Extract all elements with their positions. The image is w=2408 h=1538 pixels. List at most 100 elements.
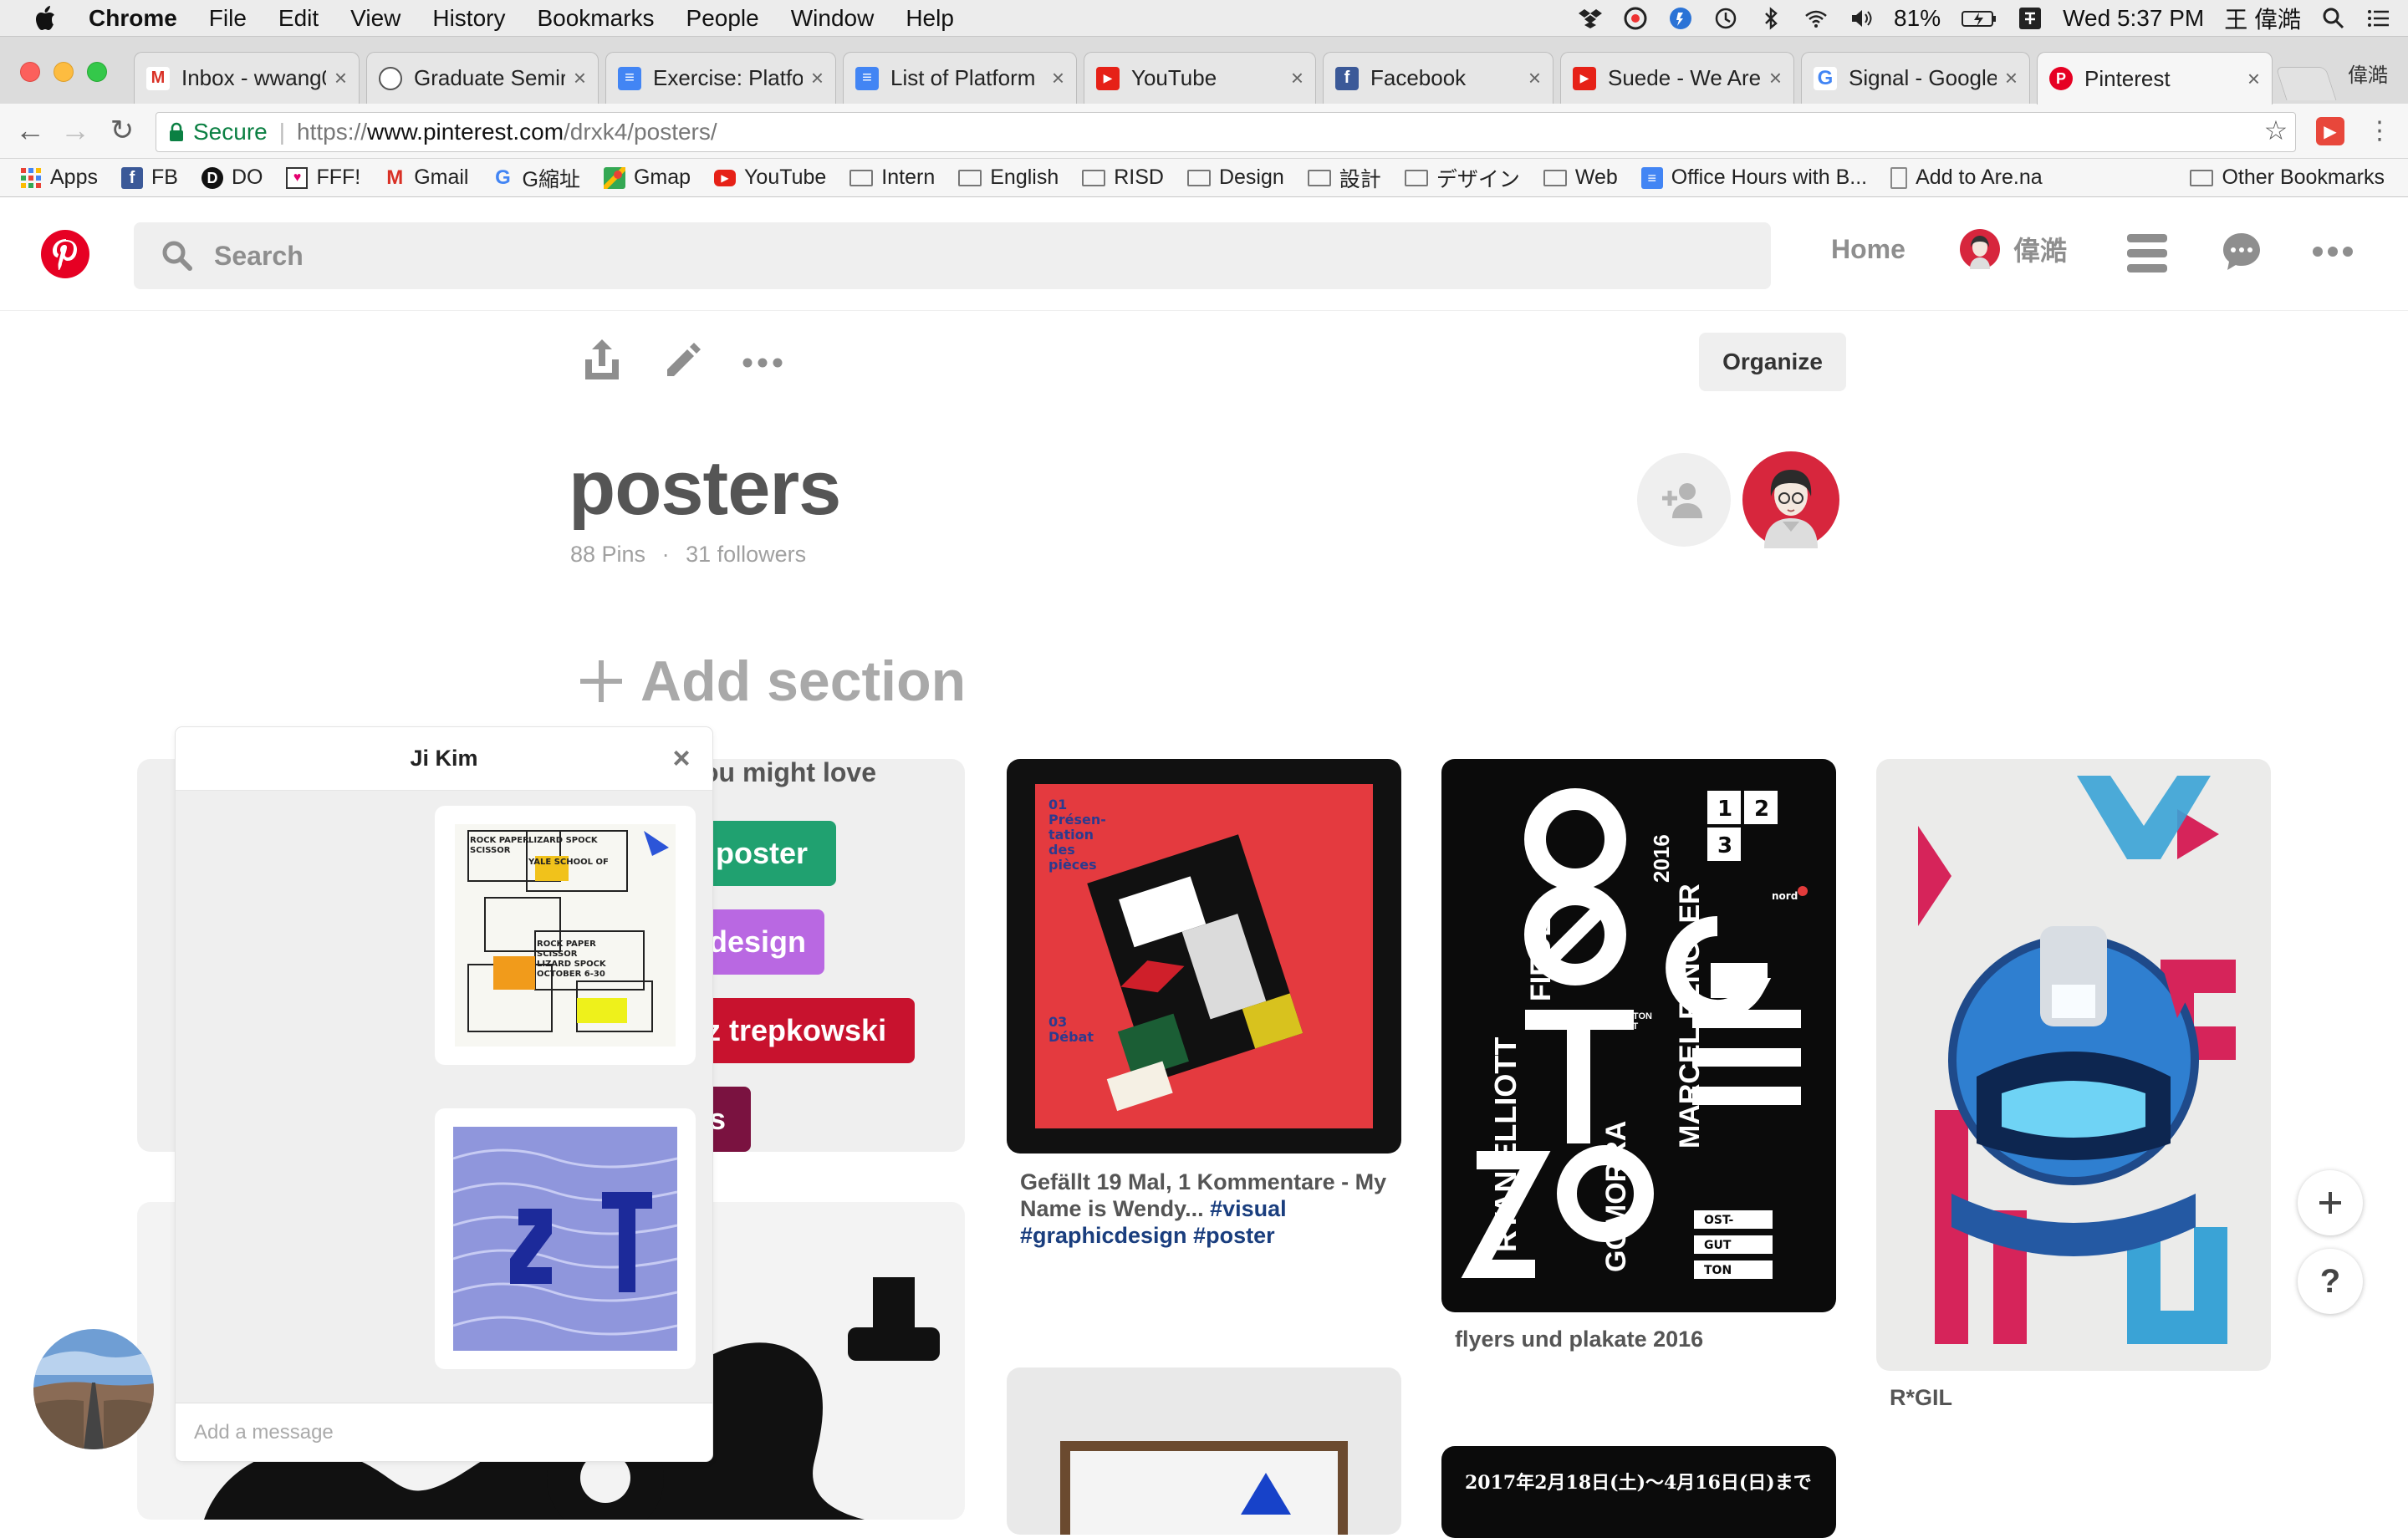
tab-pinterest[interactable]: P Pinterest × xyxy=(2037,52,2273,104)
add-collaborator-button[interactable] xyxy=(1637,453,1731,547)
chat-contact-avatar[interactable] xyxy=(33,1329,154,1449)
wifi-icon[interactable] xyxy=(1803,6,1829,31)
bookmark-fb[interactable]: f FB xyxy=(120,166,178,190)
menu-help[interactable]: Help xyxy=(906,5,954,32)
secure-indicator[interactable]: Secure xyxy=(168,119,268,145)
spotlight-search-icon[interactable] xyxy=(2321,6,2346,31)
close-window-button[interactable] xyxy=(20,62,40,82)
bookmark-other-bookmarks[interactable]: Other Bookmarks xyxy=(2190,166,2385,190)
bookmark-folder-dezain[interactable]: デザイン xyxy=(1404,163,1520,193)
bookmark-gmap[interactable]: Gmap xyxy=(603,166,691,190)
close-icon[interactable]: × xyxy=(667,743,696,773)
message-input[interactable] xyxy=(194,1420,662,1444)
app-status-icon[interactable] xyxy=(1668,6,1693,31)
board-more-icon[interactable] xyxy=(742,358,783,368)
hashtag-link[interactable]: #poster xyxy=(1193,1223,1275,1248)
time-machine-icon[interactable] xyxy=(1713,6,1738,31)
pinterest-logo-icon[interactable] xyxy=(40,229,90,279)
battery-charging-icon[interactable] xyxy=(1961,6,1997,31)
bookmark-folder-risd[interactable]: RISD xyxy=(1082,166,1164,190)
close-icon[interactable]: × xyxy=(811,65,824,91)
clock[interactable]: Wed 5:37 PM xyxy=(2063,5,2204,32)
pin-card[interactable] xyxy=(1007,1367,1401,1535)
close-icon[interactable]: × xyxy=(1291,65,1303,91)
tab-inbox[interactable]: M Inbox - wwang0 × xyxy=(134,52,360,104)
pin-card[interactable] xyxy=(1876,759,2271,1371)
tab-list-of-platform[interactable]: ≡ List of Platform × xyxy=(843,52,1077,104)
nav-home[interactable]: Home xyxy=(1831,234,1905,265)
search-bar[interactable] xyxy=(134,222,1771,289)
close-icon[interactable]: × xyxy=(574,65,586,91)
close-icon[interactable]: × xyxy=(334,65,347,91)
apple-logo-icon[interactable] xyxy=(32,3,60,33)
tab-suede[interactable]: ▶ Suede - We Are × xyxy=(1560,52,1794,104)
bookmark-folder-sheji[interactable]: 設計 xyxy=(1307,163,1381,193)
dropbox-icon[interactable] xyxy=(1578,6,1603,31)
hashtag-link[interactable]: #graphicdesign xyxy=(1020,1223,1187,1248)
organize-button[interactable]: Organize xyxy=(1699,333,1846,391)
close-icon[interactable]: × xyxy=(1769,65,1782,91)
add-section-button[interactable]: Add section xyxy=(579,649,966,714)
menu-bookmarks[interactable]: Bookmarks xyxy=(537,5,654,32)
pin-caption[interactable]: Gefällt 19 Mal, 1 Kommentare - My Name i… xyxy=(1020,1169,1405,1249)
tab-signal[interactable]: G Signal - Google × xyxy=(1801,52,2030,104)
bookmark-star-icon[interactable]: ☆ xyxy=(2259,114,2293,147)
tab-exercise-platform[interactable]: ≡ Exercise: Platfo × xyxy=(605,52,836,104)
pins-count[interactable]: 88 Pins xyxy=(570,542,645,567)
reload-icon[interactable]: ↻ xyxy=(105,114,139,147)
close-icon[interactable]: × xyxy=(2247,66,2260,92)
nav-profile[interactable]: 偉澔 xyxy=(1960,229,2067,269)
extension-icon[interactable]: ▶ xyxy=(2316,117,2344,145)
tab-graduate-seminar[interactable]: Graduate Semir × xyxy=(366,52,599,104)
pin-caption[interactable]: R*GIL xyxy=(1890,1384,1952,1411)
more-options-icon[interactable] xyxy=(2313,246,2353,257)
volume-icon[interactable] xyxy=(1849,6,1874,31)
menu-people[interactable]: People xyxy=(686,5,759,32)
pin-card[interactable]: 2017年2月18日(土)〜4月16日(日)まで xyxy=(1441,1446,1836,1538)
zoom-window-button[interactable] xyxy=(87,62,107,82)
bookmark-folder-english[interactable]: English xyxy=(958,166,1059,190)
user-menu[interactable]: 王 偉澔 xyxy=(2224,2,2301,35)
bookmark-office-hours[interactable]: ≡ Office Hours with B... xyxy=(1640,166,1867,190)
menu-history[interactable]: History xyxy=(432,5,505,32)
bookmark-folder-web[interactable]: Web xyxy=(1543,166,1618,190)
tab-youtube[interactable]: ▶ YouTube × xyxy=(1084,52,1316,104)
notification-center-icon[interactable] xyxy=(2366,6,2391,31)
create-pin-button[interactable] xyxy=(2298,1170,2363,1235)
profile-label[interactable]: 偉澔 xyxy=(2348,59,2388,88)
back-arrow-icon[interactable]: ← xyxy=(13,113,47,147)
followers-count[interactable]: 31 followers xyxy=(686,542,806,567)
chat-shared-pin[interactable]: ROCK PAPER SCISSOR LIZARD SPOCK YALE SCHOO… xyxy=(435,806,696,1065)
bluetooth-icon[interactable] xyxy=(1758,6,1783,31)
menu-file[interactable]: File xyxy=(209,5,247,32)
share-icon[interactable] xyxy=(582,338,622,383)
chrome-menu-icon[interactable]: ⋮ xyxy=(2363,114,2396,147)
board-owner-avatar[interactable] xyxy=(1742,451,1839,548)
search-input[interactable] xyxy=(214,240,1635,272)
boards-menu-icon[interactable] xyxy=(2127,234,2167,272)
bookmark-gmail[interactable]: M Gmail xyxy=(384,166,468,190)
bookmark-do[interactable]: D DO xyxy=(201,166,263,190)
tab-facebook[interactable]: f Facebook × xyxy=(1323,52,1553,104)
bookmark-add-to-arena[interactable]: Add to Are.na xyxy=(1890,166,2043,190)
new-tab-button[interactable] xyxy=(2275,67,2337,100)
close-icon[interactable]: × xyxy=(1052,65,1064,91)
help-button[interactable]: ? xyxy=(2298,1249,2363,1314)
bookmark-folder-design[interactable]: Design xyxy=(1186,166,1284,190)
hashtag-link[interactable]: #visual xyxy=(1210,1196,1287,1221)
forward-arrow-icon[interactable]: → xyxy=(59,113,92,147)
menu-view[interactable]: View xyxy=(350,5,400,32)
close-icon[interactable]: × xyxy=(2005,65,2018,91)
edit-pencil-icon[interactable] xyxy=(662,341,702,381)
minimize-window-button[interactable] xyxy=(54,62,74,82)
menu-edit[interactable]: Edit xyxy=(278,5,319,32)
messages-icon[interactable] xyxy=(2221,231,2263,272)
close-icon[interactable]: × xyxy=(1528,65,1541,91)
chat-shared-pin[interactable] xyxy=(435,1108,696,1369)
pin-card[interactable]: 123 OST- GUT TON nord RYAN ELLIOTT FIEDEL … xyxy=(1441,759,1836,1312)
bookmark-g-shortener[interactable]: G G縮址 xyxy=(492,163,580,193)
address-bar[interactable]: Secure | https:// www.pinterest.com /drx… xyxy=(156,112,2296,152)
creative-cloud-icon[interactable] xyxy=(1623,6,1648,31)
bookmark-fff[interactable]: ♥ FFF! xyxy=(286,166,360,190)
input-method-icon[interactable] xyxy=(2018,6,2043,31)
